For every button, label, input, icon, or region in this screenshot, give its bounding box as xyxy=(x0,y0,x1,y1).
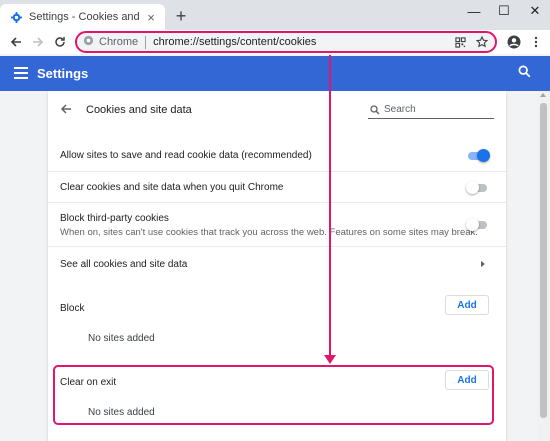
close-tab-icon[interactable]: × xyxy=(143,9,159,25)
browser-toolbar: Chrome chrome://settings/content/cookies xyxy=(0,30,550,54)
site-label: Chrome xyxy=(99,36,139,48)
address-bar[interactable]: Chrome chrome://settings/content/cookies xyxy=(75,31,497,53)
chevron-right-icon xyxy=(481,261,485,267)
page-subheader: Cookies and site data xyxy=(48,91,506,131)
settings-search[interactable] xyxy=(368,101,494,119)
arrow-left-icon[interactable] xyxy=(60,103,74,117)
allow-cookies-toggle[interactable] xyxy=(466,149,490,163)
setting-label: See all cookies and site data xyxy=(60,259,188,270)
setting-row-allow-cookies[interactable]: Allow sites to save and read cookie data… xyxy=(48,141,506,171)
setting-label: Block third-party cookies xyxy=(60,213,169,224)
annotation-arrow-line xyxy=(329,55,331,358)
annotation-arrow-head xyxy=(324,355,336,364)
setting-sublabel: When on, sites can't use cookies that tr… xyxy=(60,227,478,238)
settings-gear-icon xyxy=(10,11,22,23)
url-text[interactable]: chrome://settings/content/cookies xyxy=(153,36,451,48)
tab-strip: Settings - Cookies and site data × + — ☐… xyxy=(0,0,550,30)
block-third-party-toggle[interactable] xyxy=(466,218,490,232)
scroll-up-icon[interactable] xyxy=(540,93,546,97)
setting-row-block-third-party[interactable]: Block third-party cookies When on, sites… xyxy=(48,202,506,246)
search-icon[interactable] xyxy=(518,65,534,81)
page-scrollbar[interactable] xyxy=(537,91,550,441)
reload-icon[interactable] xyxy=(50,32,70,52)
new-tab-button[interactable]: + xyxy=(170,5,192,27)
annotation-highlight-box xyxy=(53,365,494,425)
hamburger-menu-icon[interactable] xyxy=(14,67,28,79)
window-close-icon[interactable]: ✕ xyxy=(520,0,550,22)
add-block-site-button[interactable]: Add xyxy=(445,295,489,315)
search-icon xyxy=(370,104,380,114)
back-icon[interactable] xyxy=(6,32,26,52)
browser-tab[interactable]: Settings - Cookies and site data × xyxy=(0,4,165,30)
setting-label: Clear cookies and site data when you qui… xyxy=(60,182,284,193)
forward-icon[interactable] xyxy=(28,32,48,52)
block-section-label: Block xyxy=(60,303,85,314)
scroll-thumb[interactable] xyxy=(540,103,547,418)
qr-code-icon[interactable] xyxy=(451,33,469,51)
kebab-menu-icon[interactable] xyxy=(527,33,545,51)
settings-header: Settings xyxy=(0,56,550,91)
block-empty-text: No sites added xyxy=(88,333,155,344)
profile-icon[interactable] xyxy=(505,33,523,51)
settings-title: Settings xyxy=(37,66,89,81)
tab-title: Settings - Cookies and site data xyxy=(29,11,143,23)
omnibox-divider xyxy=(145,35,147,49)
bookmark-star-icon[interactable] xyxy=(473,33,491,51)
minimize-icon[interactable]: — xyxy=(459,0,489,22)
search-input[interactable] xyxy=(384,104,484,115)
setting-row-see-all-cookies[interactable]: See all cookies and site data xyxy=(48,246,506,279)
setting-row-clear-on-quit[interactable]: Clear cookies and site data when you qui… xyxy=(48,171,506,202)
maximize-icon[interactable]: ☐ xyxy=(489,0,519,22)
setting-label: Allow sites to save and read cookie data… xyxy=(60,150,312,161)
page-title: Cookies and site data xyxy=(86,104,192,116)
clear-on-quit-toggle[interactable] xyxy=(466,181,490,195)
site-info-icon[interactable] xyxy=(83,35,94,49)
